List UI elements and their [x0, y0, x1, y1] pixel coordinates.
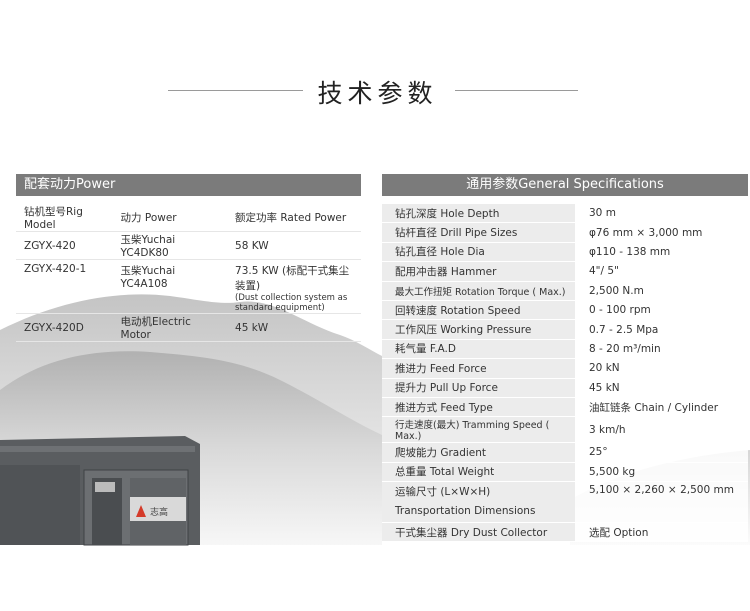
table-row: 配用冲击器 Hammer 4"/ 5": [382, 261, 748, 282]
spec-key: 回转速度 Rotation Speed: [382, 300, 575, 321]
spec-value: 4"/ 5": [575, 261, 748, 282]
spec-value: 0 - 100 rpm: [575, 300, 748, 321]
spec-value: 45 kN: [575, 378, 748, 398]
power-table: 钻机型号Rig Model 动力 Power 额定功率 Rated Power …: [16, 204, 361, 342]
general-spec-table: 钻孔深度 Hole Depth 30 m 钻杆直径 Drill Pipe Size…: [382, 204, 748, 543]
table-row: 总重量 Total Weight 5,500 kg: [382, 462, 748, 483]
spec-key: 钻孔直径 Hole Dia: [382, 242, 575, 263]
table-row: 推进方式 Feed Type 油缸链条 Chain / Cylinder: [382, 397, 748, 418]
table-row: 工作风压 Working Pressure 0.7 - 2.5 Mpa: [382, 319, 748, 340]
title-divider-left: [168, 90, 303, 91]
table-row: 钻杆直径 Drill Pipe Sizes φ76 mm × 3,000 mm: [382, 222, 748, 243]
table-row: 推进力 Feed Force 20 kN: [382, 358, 748, 379]
spec-key: 钻杆直径 Drill Pipe Sizes: [382, 222, 575, 243]
spec-value: 0.7 - 2.5 Mpa: [575, 319, 748, 340]
cell-model: ZGYX-420: [16, 231, 113, 260]
title-divider-right: [455, 90, 578, 91]
rated-value: 73.5 KW (标配干式集尘装置): [235, 265, 350, 292]
spec-value: 30 m: [575, 204, 748, 224]
spec-value: 20 kN: [575, 358, 748, 379]
spec-key: 耗气量 F.A.D: [382, 339, 575, 360]
spec-value: 2,500 N.m: [575, 281, 748, 301]
spec-value: 油缸链条 Chain / Cylinder: [575, 397, 748, 418]
spec-key-line2: Transportation Dimensions: [395, 505, 536, 518]
spec-key: 钻孔深度 Hole Depth: [382, 204, 575, 224]
spec-value: 8 - 20 m³/min: [575, 339, 748, 360]
spec-key: 干式集尘器 Dry Dust Collector: [382, 522, 575, 543]
cell-model: ZGYX-420-1: [16, 259, 113, 314]
table-row: ZGYX-420 玉柴Yuchai YC4DK80 58 KW: [16, 231, 361, 260]
table-row: 回转速度 Rotation Speed 0 - 100 rpm: [382, 300, 748, 321]
cell-rated: 58 KW: [227, 231, 361, 260]
column-header: 钻机型号Rig Model: [16, 204, 113, 232]
spec-key: 配用冲击器 Hammer: [382, 261, 575, 282]
spec-key-line1: 运输尺寸 (L×W×H): [395, 486, 491, 499]
spec-value: 3 km/h: [575, 416, 748, 444]
spec-value: 5,100 × 2,260 × 2,500 mm: [575, 481, 748, 524]
cell-rated: 73.5 KW (标配干式集尘装置) (Dust collection syst…: [227, 259, 361, 314]
rated-note: (Dust collection system as standard equi…: [235, 293, 348, 313]
spec-value: φ110 - 138 mm: [575, 242, 748, 263]
table-row: 耗气量 F.A.D 8 - 20 m³/min: [382, 339, 748, 360]
column-header: 额定功率 Rated Power: [227, 204, 361, 232]
spec-key: 提升力 Pull Up Force: [382, 378, 575, 398]
page-title: 技术参数: [317, 79, 438, 108]
general-panel-header: 通用参数General Specifications: [382, 174, 748, 196]
table-row: ZGYX-420D 电动机Electric Motor 45 kW: [16, 313, 361, 342]
spec-value: 5,500 kg: [575, 462, 748, 483]
spec-key: 总重量 Total Weight: [382, 462, 575, 483]
spec-value: φ76 mm × 3,000 mm: [575, 222, 748, 243]
power-panel-header: 配套动力Power: [16, 174, 361, 196]
spec-key: 运输尺寸 (L×W×H) Transportation Dimensions: [382, 481, 575, 524]
table-row: 钻孔深度 Hole Depth 30 m: [382, 204, 748, 224]
table-row: 行走速度(最大) Tramming Speed ( Max.) 3 km/h: [382, 416, 748, 444]
table-header-row: 钻机型号Rig Model 动力 Power 额定功率 Rated Power: [16, 204, 361, 232]
cell-model: ZGYX-420D: [16, 313, 113, 342]
svg-text:志高: 志高: [150, 506, 168, 518]
table-row: 最大工作扭矩 Rotation Torque ( Max.) 2,500 N.m: [382, 281, 748, 301]
cell-power: 玉柴Yuchai YC4A108: [112, 259, 228, 314]
table-row: 钻孔直径 Hole Dia φ110 - 138 mm: [382, 242, 748, 263]
column-header: 动力 Power: [112, 204, 228, 232]
spec-key: 爬坡能力 Gradient: [382, 442, 575, 463]
spec-key: 最大工作扭矩 Rotation Torque ( Max.): [382, 281, 575, 301]
table-row: 运输尺寸 (L×W×H) Transportation Dimensions 5…: [382, 481, 748, 524]
cell-rated: 45 kW: [227, 313, 361, 342]
spec-value: 25°: [575, 442, 748, 463]
cell-power: 玉柴Yuchai YC4DK80: [112, 231, 228, 260]
section-title: 技术参数: [0, 72, 750, 112]
machine-image: 志高: [0, 436, 200, 546]
table-row: 提升力 Pull Up Force 45 kN: [382, 378, 748, 398]
spec-key: 工作风压 Working Pressure: [382, 319, 575, 340]
cell-power: 电动机Electric Motor: [112, 313, 228, 342]
spec-value: 选配 Option: [575, 522, 748, 543]
spec-key: 行走速度(最大) Tramming Speed ( Max.): [382, 416, 575, 444]
table-row: ZGYX-420-1 玉柴Yuchai YC4A108 73.5 KW (标配干…: [16, 259, 361, 314]
spec-key: 推进力 Feed Force: [382, 358, 575, 379]
spec-key: 推进方式 Feed Type: [382, 397, 575, 418]
table-row: 爬坡能力 Gradient 25°: [382, 442, 748, 463]
table-row: 干式集尘器 Dry Dust Collector 选配 Option: [382, 522, 748, 543]
